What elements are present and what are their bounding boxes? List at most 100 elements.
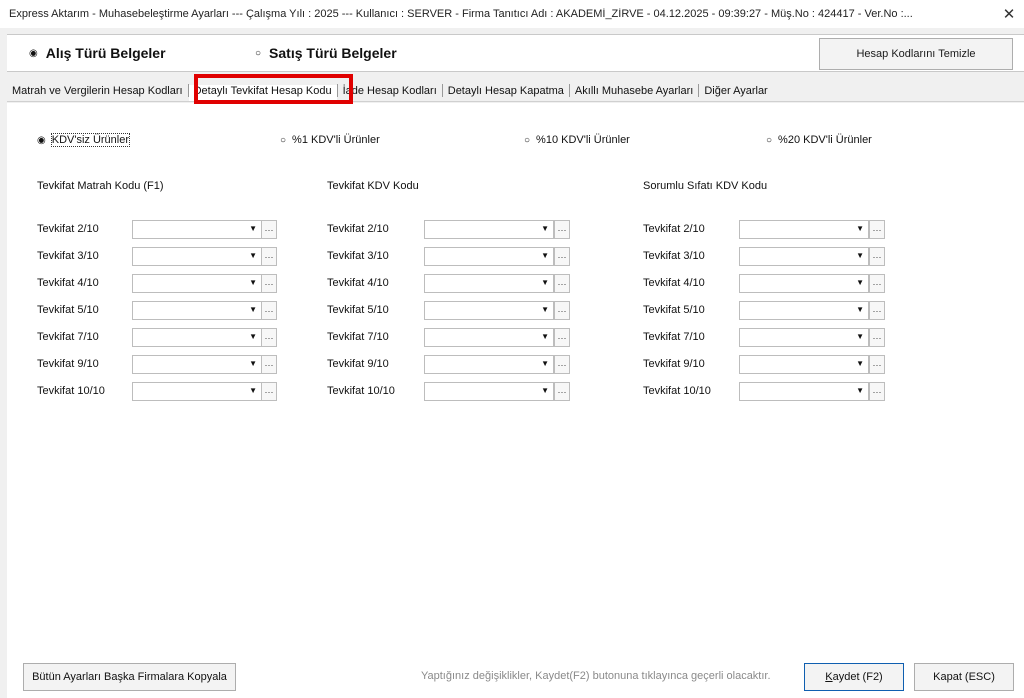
kdv-code-combo[interactable]: ▼ — [424, 220, 554, 239]
tab-detayli-tevkifat[interactable]: Detaylı Tevkifat Hesap Kodu — [188, 85, 337, 101]
chevron-down-icon[interactable]: ▼ — [541, 359, 549, 368]
ellipsis-icon[interactable]: ··· — [261, 355, 277, 374]
clear-account-codes-button[interactable]: Hesap Kodlarını Temizle — [819, 38, 1013, 70]
ellipsis-icon[interactable]: ··· — [554, 328, 570, 347]
chevron-down-icon[interactable]: ▼ — [249, 386, 257, 395]
radio-unselected-icon: ○ — [255, 47, 262, 59]
chevron-down-icon[interactable]: ▼ — [541, 224, 549, 233]
radio-kdv-1-label: %1 KDV'li Ürünler — [292, 134, 380, 146]
row-label: Tevkifat 2/10 — [327, 223, 389, 235]
matrah-code-combo[interactable]: ▼ — [132, 274, 262, 293]
tab-akilli-muhasebe[interactable]: Akıllı Muhasebe Ayarları — [570, 85, 698, 101]
radio-alis-belgeler[interactable]: ◉ Alış Türü Belgeler — [29, 45, 166, 61]
radio-kdv-20-label: %20 KDV'li Ürünler — [778, 134, 872, 146]
tab-matrah-vergiler[interactable]: Matrah ve Vergilerin Hesap Kodları — [7, 85, 188, 101]
chevron-down-icon[interactable]: ▼ — [856, 386, 864, 395]
ellipsis-icon[interactable]: ··· — [261, 301, 277, 320]
matrah-code-combo[interactable]: ▼ — [132, 301, 262, 320]
row-label: Tevkifat 10/10 — [327, 385, 395, 397]
save-button[interactable]: Kaydet (F2) — [804, 663, 904, 691]
ellipsis-icon[interactable]: ··· — [869, 355, 885, 374]
chevron-down-icon[interactable]: ▼ — [249, 224, 257, 233]
row-label: Tevkifat 7/10 — [327, 331, 389, 343]
ellipsis-icon[interactable]: ··· — [869, 301, 885, 320]
matrah-code-combo[interactable]: ▼ — [132, 382, 262, 401]
ellipsis-icon[interactable]: ··· — [554, 301, 570, 320]
row-label: Tevkifat 3/10 — [643, 250, 705, 262]
column-header-kdv: Tevkifat KDV Kodu — [327, 180, 419, 192]
chevron-down-icon[interactable]: ▼ — [541, 278, 549, 287]
ellipsis-icon[interactable]: ··· — [554, 355, 570, 374]
chevron-down-icon[interactable]: ▼ — [856, 278, 864, 287]
ellipsis-icon[interactable]: ··· — [554, 247, 570, 266]
radio-kdv-10[interactable]: ○ %10 KDV'li Ürünler — [524, 134, 630, 146]
ellipsis-icon[interactable]: ··· — [869, 382, 885, 401]
chevron-down-icon[interactable]: ▼ — [541, 386, 549, 395]
tab-bar: Matrah ve Vergilerin Hesap Kodları Detay… — [7, 80, 1024, 102]
ellipsis-icon[interactable]: ··· — [554, 382, 570, 401]
tab-iade-hesap[interactable]: İade Hesap Kodları — [338, 85, 442, 101]
radio-kdv-20[interactable]: ○ %20 KDV'li Ürünler — [766, 134, 872, 146]
row-label: Tevkifat 3/10 — [327, 250, 389, 262]
kdv-code-combo[interactable]: ▼ — [424, 274, 554, 293]
ellipsis-icon[interactable]: ··· — [869, 220, 885, 239]
chevron-down-icon[interactable]: ▼ — [541, 251, 549, 260]
sorumlu-code-combo[interactable]: ▼ — [739, 247, 869, 266]
tab-diger-ayarlar[interactable]: Diğer Ayarlar — [699, 85, 772, 101]
tab-hesap-kapatma[interactable]: Detaylı Hesap Kapatma — [443, 85, 569, 101]
kdv-code-combo[interactable]: ▼ — [424, 382, 554, 401]
ellipsis-icon[interactable]: ··· — [869, 247, 885, 266]
sorumlu-code-combo[interactable]: ▼ — [739, 382, 869, 401]
chevron-down-icon[interactable]: ▼ — [541, 305, 549, 314]
ellipsis-icon[interactable]: ··· — [869, 328, 885, 347]
matrah-code-combo[interactable]: ▼ — [132, 247, 262, 266]
sorumlu-code-combo[interactable]: ▼ — [739, 355, 869, 374]
close-button[interactable]: Kapat (ESC) — [914, 663, 1014, 691]
kdv-code-combo[interactable]: ▼ — [424, 328, 554, 347]
chevron-down-icon[interactable]: ▼ — [856, 224, 864, 233]
radio-satis-label: Satış Türü Belgeler — [269, 45, 397, 61]
sorumlu-code-combo[interactable]: ▼ — [739, 274, 869, 293]
ellipsis-icon[interactable]: ··· — [554, 220, 570, 239]
close-icon[interactable]: ✕ — [994, 5, 1024, 23]
row-label: Tevkifat 4/10 — [37, 277, 99, 289]
kdv-code-combo[interactable]: ▼ — [424, 247, 554, 266]
sorumlu-code-combo[interactable]: ▼ — [739, 220, 869, 239]
chevron-down-icon[interactable]: ▼ — [249, 251, 257, 260]
row-label: Tevkifat 7/10 — [643, 331, 705, 343]
ellipsis-icon[interactable]: ··· — [261, 382, 277, 401]
ellipsis-icon[interactable]: ··· — [554, 274, 570, 293]
copy-settings-button[interactable]: Bütün Ayarları Başka Firmalara Kopyala — [23, 663, 236, 691]
matrah-code-combo[interactable]: ▼ — [132, 220, 262, 239]
chevron-down-icon[interactable]: ▼ — [249, 305, 257, 314]
ellipsis-icon[interactable]: ··· — [869, 274, 885, 293]
ellipsis-icon[interactable]: ··· — [261, 274, 277, 293]
ellipsis-icon[interactable]: ··· — [261, 247, 277, 266]
chevron-down-icon[interactable]: ▼ — [249, 278, 257, 287]
matrah-code-combo[interactable]: ▼ — [132, 355, 262, 374]
kdv-code-combo[interactable]: ▼ — [424, 301, 554, 320]
radio-kdv-1[interactable]: ○ %1 KDV'li Ürünler — [280, 134, 380, 146]
kdv-code-combo[interactable]: ▼ — [424, 355, 554, 374]
window-title: Express Aktarım - Muhasebeleştirme Ayarl… — [9, 8, 913, 20]
column-header-sorumlu: Sorumlu Sıfatı KDV Kodu — [643, 180, 768, 192]
sorumlu-code-combo[interactable]: ▼ — [739, 301, 869, 320]
chevron-down-icon[interactable]: ▼ — [856, 359, 864, 368]
ellipsis-icon[interactable]: ··· — [261, 220, 277, 239]
radio-satis-belgeler[interactable]: ○ Satış Türü Belgeler — [255, 45, 397, 61]
chevron-down-icon[interactable]: ▼ — [249, 332, 257, 341]
sorumlu-code-combo[interactable]: ▼ — [739, 328, 869, 347]
radio-unselected-icon: ○ — [280, 134, 287, 146]
radio-kdv-10-label: %10 KDV'li Ürünler — [536, 134, 630, 146]
chevron-down-icon[interactable]: ▼ — [856, 305, 864, 314]
ellipsis-icon[interactable]: ··· — [261, 328, 277, 347]
chevron-down-icon[interactable]: ▼ — [541, 332, 549, 341]
column-header-matrah: Tevkifat Matrah Kodu (F1) — [37, 180, 164, 192]
row-label: Tevkifat 9/10 — [643, 358, 705, 370]
chevron-down-icon[interactable]: ▼ — [249, 359, 257, 368]
chevron-down-icon[interactable]: ▼ — [856, 332, 864, 341]
chevron-down-icon[interactable]: ▼ — [856, 251, 864, 260]
radio-kdvsiz[interactable]: ◉ KDV'siz Ürünler — [37, 133, 131, 147]
matrah-code-combo[interactable]: ▼ — [132, 328, 262, 347]
row-label: Tevkifat 4/10 — [327, 277, 389, 289]
